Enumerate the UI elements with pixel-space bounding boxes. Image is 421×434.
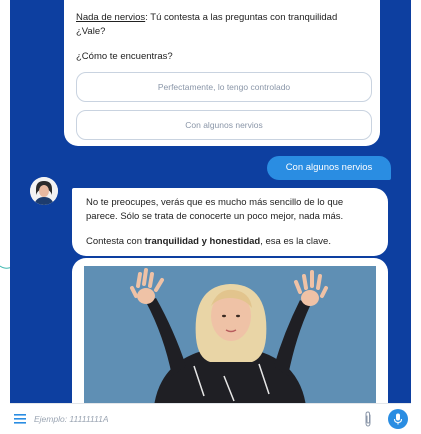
user-message-bubble: Con algunos nervios (267, 156, 391, 180)
chat-area[interactable]: Nada de nervios: Tú contesta a las pregu… (10, 0, 411, 403)
avatar-portrait-icon (30, 177, 58, 205)
intro-link[interactable]: Nada de nervios (76, 12, 145, 23)
bot-reply-key-text: Contesta con tranquilidad y honestidad, … (86, 236, 331, 247)
media-card (72, 258, 388, 403)
question-text: ¿Cómo te encuentras? (76, 51, 173, 62)
bot-question-card: Nada de nervios: Tú contesta a las pregu… (64, 0, 380, 146)
chat-page: Nada de nervios: Tú contesta a las pregu… (0, 0, 421, 434)
woman-illustration-icon (84, 266, 376, 403)
paperclip-icon[interactable] (363, 411, 373, 427)
hamburger-menu-icon[interactable] (14, 414, 26, 424)
microphone-icon (393, 413, 403, 425)
option-nervous-button[interactable]: Con algunos nervios (76, 110, 372, 140)
bot-reply-text: No te preocupes, verás que es mucho más … (86, 197, 344, 222)
bot-intro-text: Nada de nervios: Tú contesta a las pregu… (76, 12, 338, 37)
woman-gesturing-image (84, 266, 376, 403)
bot-avatar (30, 177, 58, 205)
message-input[interactable] (34, 409, 354, 429)
bot-reply-bubble: No te preocupes, verás que es mucho más … (72, 188, 388, 256)
microphone-button[interactable] (388, 409, 408, 429)
option-perfectly-button[interactable]: Perfectamente, lo tengo controlado (76, 72, 372, 102)
message-input-bar (10, 403, 411, 434)
